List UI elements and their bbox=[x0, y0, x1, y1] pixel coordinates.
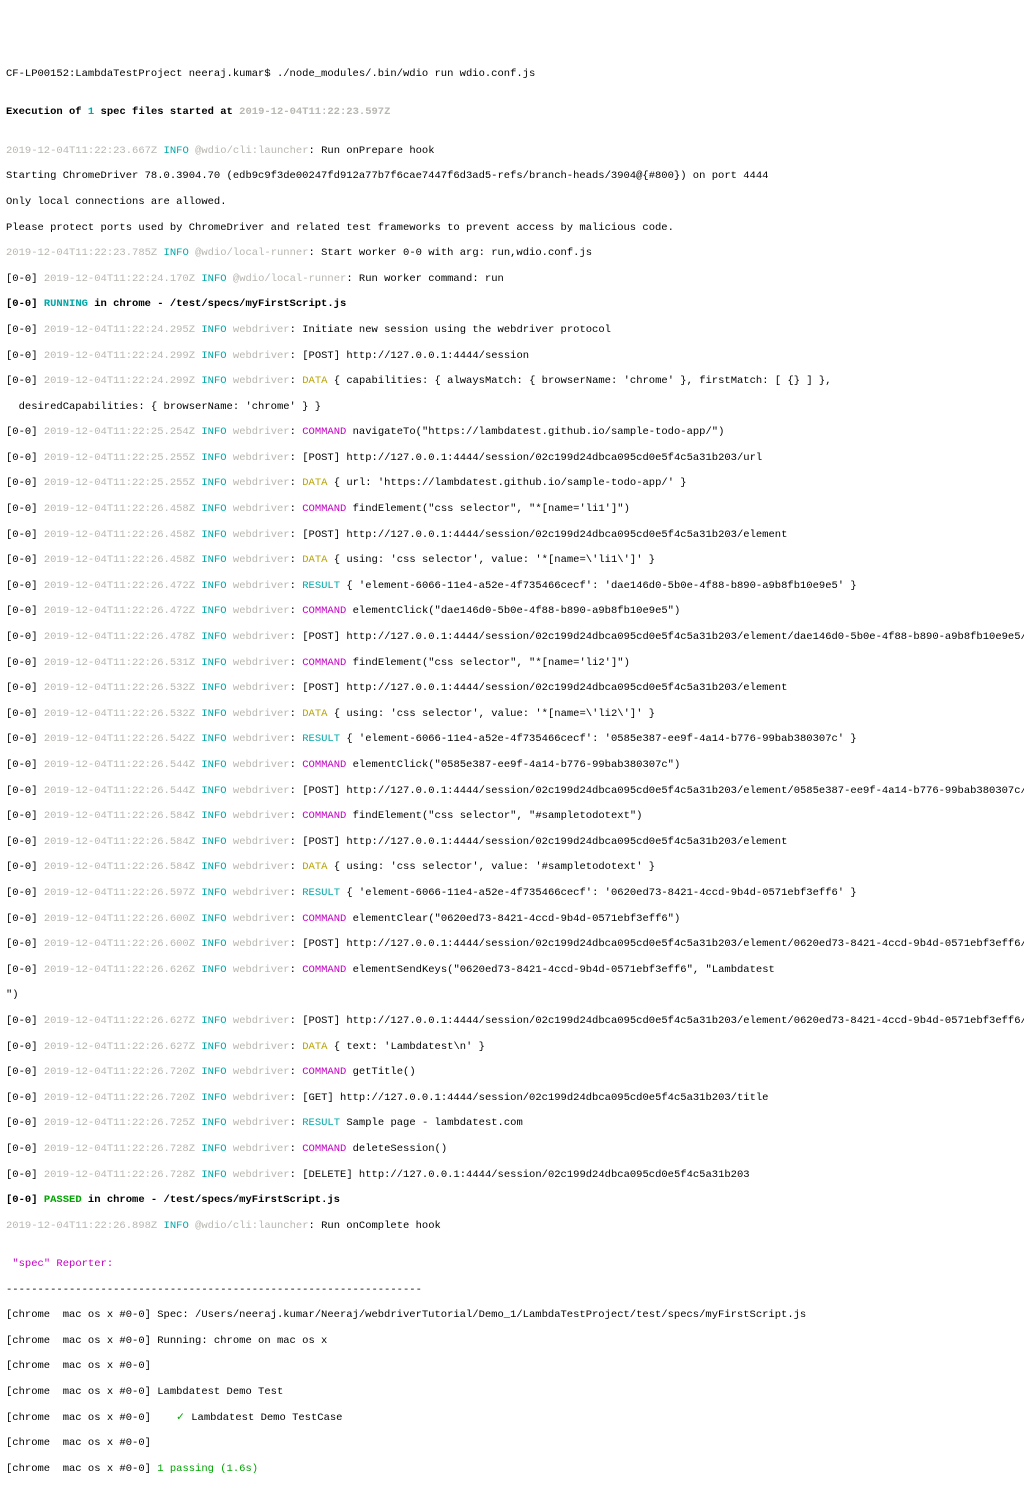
log-line: [0-0] 2019-12-04T11:22:26.627Z INFO webd… bbox=[6, 1041, 1018, 1054]
spec-reporter-title: "spec" Reporter: bbox=[6, 1258, 1018, 1271]
log-line: [0-0] 2019-12-04T11:22:26.600Z INFO webd… bbox=[6, 938, 1018, 951]
check-icon: ✓ bbox=[176, 1412, 185, 1424]
reporter-line: [chrome mac os x #0-0] bbox=[6, 1360, 1018, 1373]
log-line: [0-0] 2019-12-04T11:22:26.532Z INFO webd… bbox=[6, 682, 1018, 695]
log-line: [0-0] 2019-12-04T11:22:24.299Z INFO webd… bbox=[6, 350, 1018, 363]
log-line: [0-0] 2019-12-04T11:22:26.458Z INFO webd… bbox=[6, 503, 1018, 516]
log-line: [0-0] 2019-12-04T11:22:26.544Z INFO webd… bbox=[6, 759, 1018, 772]
log-line: [0-0] 2019-12-04T11:22:26.472Z INFO webd… bbox=[6, 605, 1018, 618]
log-line: [0-0] 2019-12-04T11:22:26.725Z INFO webd… bbox=[6, 1117, 1018, 1130]
reporter-line: [chrome mac os x #0-0] Running: chrome o… bbox=[6, 1335, 1018, 1348]
passed-line: [0-0] PASSED in chrome - /test/specs/myF… bbox=[6, 1194, 1018, 1207]
log-line: [0-0] 2019-12-04T11:22:24.170Z INFO @wdi… bbox=[6, 273, 1018, 286]
log-line: [0-0] 2019-12-04T11:22:24.295Z INFO webd… bbox=[6, 324, 1018, 337]
log-line: [0-0] 2019-12-04T11:22:24.299Z INFO webd… bbox=[6, 375, 1018, 388]
log-line: [0-0] 2019-12-04T11:22:26.626Z INFO webd… bbox=[6, 964, 1018, 977]
log-line: [0-0] 2019-12-04T11:22:26.472Z INFO webd… bbox=[6, 580, 1018, 593]
log-line: [0-0] 2019-12-04T11:22:26.728Z INFO webd… bbox=[6, 1143, 1018, 1156]
log-line: Only local connections are allowed. bbox=[6, 196, 1018, 209]
log-line: [0-0] 2019-12-04T11:22:26.544Z INFO webd… bbox=[6, 785, 1018, 798]
log-line: Starting ChromeDriver 78.0.3904.70 (edb9… bbox=[6, 170, 1018, 183]
reporter-line: [chrome mac os x #0-0] Lambdatest Demo T… bbox=[6, 1386, 1018, 1399]
log-line: [0-0] 2019-12-04T11:22:25.255Z INFO webd… bbox=[6, 452, 1018, 465]
log-line: desiredCapabilities: { browserName: 'chr… bbox=[6, 401, 1018, 414]
log-line: [0-0] 2019-12-04T11:22:26.728Z INFO webd… bbox=[6, 1169, 1018, 1182]
log-line: [0-0] 2019-12-04T11:22:26.597Z INFO webd… bbox=[6, 887, 1018, 900]
log-line: [0-0] 2019-12-04T11:22:26.584Z INFO webd… bbox=[6, 810, 1018, 823]
log-line: [0-0] 2019-12-04T11:22:26.531Z INFO webd… bbox=[6, 657, 1018, 670]
log-line: [0-0] 2019-12-04T11:22:25.254Z INFO webd… bbox=[6, 426, 1018, 439]
reporter-line: [chrome mac os x #0-0] ✓ Lambdatest Demo… bbox=[6, 1412, 1018, 1425]
reporter-line: [chrome mac os x #0-0] 1 passing (1.6s) bbox=[6, 1463, 1018, 1476]
log-line: [0-0] 2019-12-04T11:22:26.720Z INFO webd… bbox=[6, 1066, 1018, 1079]
log-line: [0-0] 2019-12-04T11:22:26.600Z INFO webd… bbox=[6, 913, 1018, 926]
log-line: [0-0] 2019-12-04T11:22:26.720Z INFO webd… bbox=[6, 1092, 1018, 1105]
log-line: [0-0] 2019-12-04T11:22:26.584Z INFO webd… bbox=[6, 861, 1018, 874]
reporter-line: [chrome mac os x #0-0] bbox=[6, 1437, 1018, 1450]
running-line: [0-0] RUNNING in chrome - /test/specs/my… bbox=[6, 298, 1018, 311]
log-line: [0-0] 2019-12-04T11:22:26.458Z INFO webd… bbox=[6, 529, 1018, 542]
log-line: [0-0] 2019-12-04T11:22:26.542Z INFO webd… bbox=[6, 733, 1018, 746]
shell-prompt: CF-LP00152:LambdaTestProject neeraj.kuma… bbox=[6, 68, 1018, 81]
log-line: [0-0] 2019-12-04T11:22:26.584Z INFO webd… bbox=[6, 836, 1018, 849]
log-line: [0-0] 2019-12-04T11:22:26.532Z INFO webd… bbox=[6, 708, 1018, 721]
divider: ----------------------------------------… bbox=[6, 1284, 1018, 1297]
log-line: [0-0] 2019-12-04T11:22:26.627Z INFO webd… bbox=[6, 1015, 1018, 1028]
exec-header: Execution of 1 spec files started at 201… bbox=[6, 106, 1018, 119]
log-line: 2019-12-04T11:22:23.667Z INFO @wdio/cli:… bbox=[6, 145, 1018, 158]
log-line: ") bbox=[6, 989, 1018, 1002]
log-line: [0-0] 2019-12-04T11:22:26.478Z INFO webd… bbox=[6, 631, 1018, 644]
log-line: 2019-12-04T11:22:23.785Z INFO @wdio/loca… bbox=[6, 247, 1018, 260]
log-line: [0-0] 2019-12-04T11:22:25.255Z INFO webd… bbox=[6, 477, 1018, 490]
log-line: [0-0] 2019-12-04T11:22:26.458Z INFO webd… bbox=[6, 554, 1018, 567]
log-line: Please protect ports used by ChromeDrive… bbox=[6, 222, 1018, 235]
log-line: 2019-12-04T11:22:26.898Z INFO @wdio/cli:… bbox=[6, 1220, 1018, 1233]
reporter-line: [chrome mac os x #0-0] Spec: /Users/neer… bbox=[6, 1309, 1018, 1322]
